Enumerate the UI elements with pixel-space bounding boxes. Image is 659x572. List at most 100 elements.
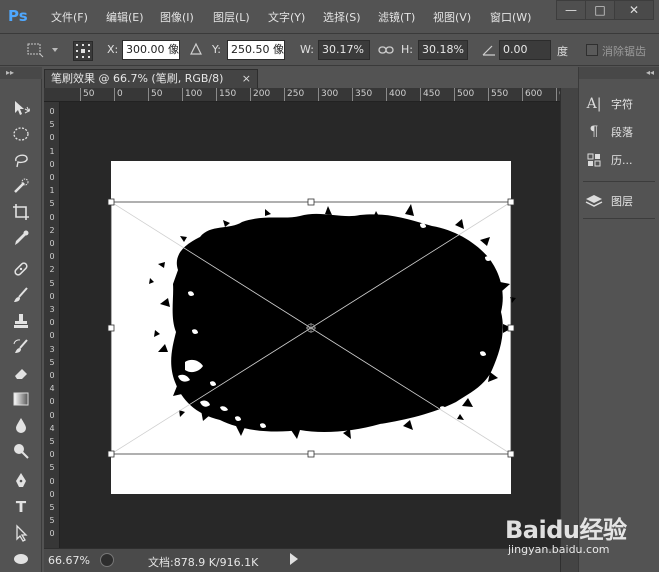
ruler-tick-label: 5	[49, 357, 55, 367]
delta-icon[interactable]	[189, 42, 203, 56]
close-button[interactable]: ✕	[614, 0, 654, 20]
x-field[interactable]: 300.00 像	[122, 40, 180, 60]
ruler-tick-label: 0	[49, 252, 55, 262]
ruler-tick-label: 450	[420, 88, 440, 101]
ruler-tick-label: 3	[49, 305, 55, 314]
ruler-tick-label: 5	[49, 278, 55, 288]
panel-character[interactable]: A| 字符	[585, 93, 655, 115]
menu-select[interactable]: 选择(S)	[323, 10, 361, 26]
antialias-checkbox[interactable]	[586, 44, 598, 56]
ruler-tick-label: 1	[49, 186, 55, 196]
minimize-button[interactable]: —	[556, 0, 586, 20]
status-bar: 66.67% 文档:878.9 K/916.1K	[44, 548, 560, 572]
panel-divider	[583, 181, 655, 182]
brush-tool-icon[interactable]	[6, 283, 36, 307]
reference-point-icon[interactable]	[73, 41, 93, 61]
panel-divider	[583, 218, 655, 219]
ruler-tick-label: 5	[49, 120, 55, 130]
eraser-tool-icon[interactable]	[6, 361, 36, 385]
ruler-tick-label: 500	[454, 88, 474, 101]
ruler-tick-label: 1	[49, 146, 55, 156]
handle-top-right	[507, 198, 515, 206]
ruler-tick-label: 350	[352, 88, 372, 101]
tool-preset-chevron-icon[interactable]	[52, 48, 58, 52]
panel-history-label: 历...	[611, 154, 633, 167]
panel-paragraph-label: 段落	[611, 126, 633, 139]
panel-layers[interactable]: 图层	[585, 190, 655, 212]
move-tool-icon[interactable]	[6, 96, 36, 120]
quick-select-tool-icon[interactable]	[6, 174, 36, 198]
menu-filter[interactable]: 滤镜(T)	[378, 10, 415, 26]
angle-field[interactable]: 0.00	[499, 40, 551, 60]
panel-collapse-icon[interactable]: ◂◂	[579, 67, 659, 79]
ruler-tick-label: 150	[216, 88, 236, 101]
canvas-area[interactable]	[60, 102, 560, 548]
ellipse-tool-icon[interactable]	[6, 547, 36, 571]
dodge-tool-icon[interactable]	[6, 439, 36, 463]
ruler-tick-label: 5	[49, 463, 55, 473]
eyedropper-tool-icon[interactable]	[6, 226, 36, 250]
antialias-label: 消除锯齿	[602, 45, 646, 58]
transform-tool-icon[interactable]	[26, 42, 44, 58]
menu-edit[interactable]: 编辑(E)	[106, 10, 144, 26]
height-field[interactable]: 30.18%	[418, 40, 468, 60]
menu-view[interactable]: 视图(V)	[433, 10, 471, 26]
menu-image[interactable]: 图像(I)	[160, 10, 194, 26]
brush-stroke-layer[interactable]	[60, 102, 560, 548]
ruler-tick-label: 550	[488, 88, 508, 101]
ruler-tick-label: 0	[49, 173, 55, 182]
lasso-tool-icon[interactable]	[6, 148, 36, 172]
h-label: H:	[401, 43, 413, 56]
blur-tool-icon[interactable]	[6, 413, 36, 437]
healing-brush-tool-icon[interactable]	[6, 257, 36, 281]
ruler-tick-label: 4	[49, 423, 55, 433]
gradient-tool-icon[interactable]	[6, 387, 36, 411]
type-tool-icon[interactable]: T	[6, 495, 36, 519]
watermark-url: jingyan.baidu.com	[508, 543, 610, 556]
ruler-tick-label: 5	[49, 503, 55, 512]
ruler-tick-label: 0	[49, 107, 55, 116]
handle-middle-right	[507, 324, 515, 332]
y-field[interactable]: 250.50 像	[227, 40, 285, 60]
history-brush-tool-icon[interactable]	[6, 335, 36, 359]
zoom-level[interactable]: 66.67%	[48, 554, 90, 567]
status-info-icon[interactable]	[100, 553, 114, 567]
clone-stamp-tool-icon[interactable]	[6, 309, 36, 333]
link-icon[interactable]	[378, 44, 394, 56]
tab-close-icon[interactable]: ×	[242, 70, 251, 88]
path-selection-tool-icon[interactable]	[6, 521, 36, 545]
history-icon	[585, 151, 603, 169]
pen-tool-icon[interactable]	[6, 469, 36, 493]
menu-file[interactable]: 文件(F)	[51, 10, 88, 26]
vertical-ruler: 0 5 0 1 0 0 1 5 0 2 0 0 2 5 0 3 0 0 3 5 0 4 0 0 4 5 0 5 0 0 5 5 0	[44, 102, 60, 548]
ruler-tick-label: 600	[522, 88, 542, 101]
marquee-tool-icon[interactable]	[6, 122, 36, 146]
menu-window[interactable]: 窗口(W)	[490, 10, 531, 26]
panel-history[interactable]: 历...	[585, 149, 655, 171]
ruler-tick-label: 650	[556, 88, 560, 101]
tools-collapse-icon[interactable]: ▸▸	[0, 67, 42, 79]
options-bar: X: 300.00 像 Y: 250.50 像 W: 30.17% H: 30.…	[0, 34, 659, 66]
width-field[interactable]: 30.17%	[318, 40, 370, 60]
vertical-scrollbar[interactable]	[560, 88, 578, 572]
handle-bottom-middle	[307, 450, 315, 458]
w-label: W:	[300, 43, 314, 56]
layers-icon	[585, 192, 603, 210]
ruler-tick-label: 0	[49, 410, 55, 420]
menu-bar: Ps 文件(F) 编辑(E) 图像(I) 图层(L) 文字(Y) 选择(S) 滤…	[0, 0, 659, 34]
maximize-button[interactable]: □	[585, 0, 615, 20]
panel-paragraph[interactable]: ¶ 段落	[585, 121, 655, 143]
ruler-tick-label: 0	[49, 397, 55, 407]
ruler-tick-label: 100	[182, 88, 202, 101]
ruler-tick-label: 5	[49, 516, 55, 526]
menu-layer[interactable]: 图层(L)	[213, 10, 250, 26]
ruler-tick-label: 0	[114, 88, 123, 101]
watermark-brand: Baidu经验	[505, 516, 627, 544]
ruler-tick-label: 0	[49, 450, 55, 460]
ruler-tick-label: 5	[49, 437, 55, 446]
paragraph-icon: ¶	[589, 124, 599, 140]
crop-tool-icon[interactable]	[6, 200, 36, 224]
status-menu-arrow-icon[interactable]	[290, 553, 298, 565]
document-tab[interactable]: 笔刷效果 @ 66.7% (笔刷, RGB/8) ×	[44, 69, 258, 88]
menu-type[interactable]: 文字(Y)	[268, 10, 305, 26]
